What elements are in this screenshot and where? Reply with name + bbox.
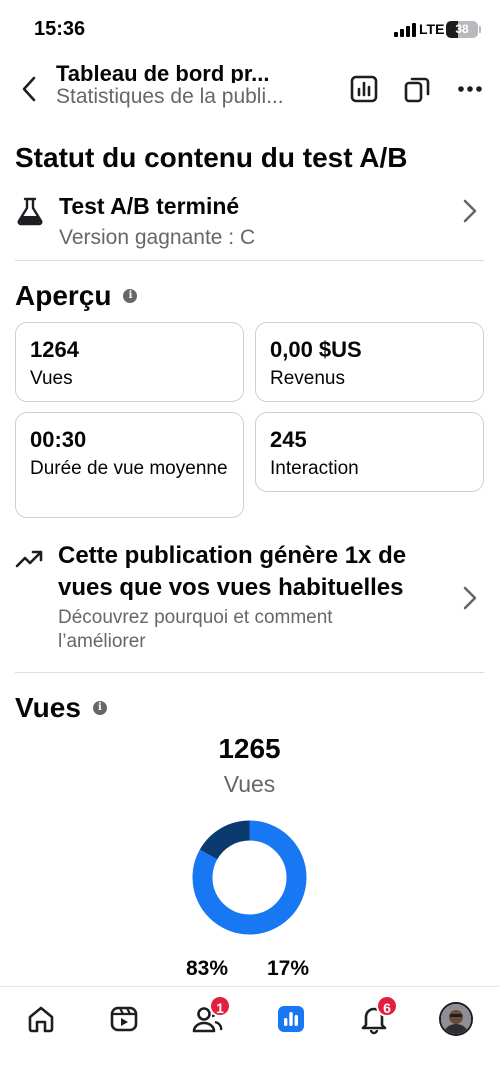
divider xyxy=(15,672,484,673)
chevron-right-icon xyxy=(463,586,477,610)
nav-home[interactable] xyxy=(23,1001,59,1037)
views-heading-text: Vues xyxy=(15,692,81,723)
avg-watch-time-value: 00:30 xyxy=(30,427,87,452)
trending-up-icon xyxy=(15,550,43,568)
nav-profile[interactable] xyxy=(438,1001,474,1037)
page-subtitle: Statistiques de la publi... xyxy=(56,83,328,111)
overview-heading-text: Aperçu xyxy=(15,280,112,311)
avg-watch-time-label: Durée de vue moyenne xyxy=(30,458,228,479)
network-type: LTE xyxy=(419,21,445,37)
views-total-label: Vues xyxy=(223,771,276,797)
chevron-right-icon xyxy=(463,199,477,223)
flask-icon xyxy=(17,197,43,226)
nav-video[interactable] xyxy=(106,1001,142,1037)
info-icon[interactable]: i xyxy=(123,289,138,303)
divider xyxy=(15,260,484,261)
dashboard-icon xyxy=(278,1006,304,1032)
insights-button[interactable] xyxy=(348,73,380,105)
status-bar: 15:36 LTE 38 xyxy=(0,0,499,54)
revenue-label: Revenus xyxy=(270,368,345,389)
home-icon xyxy=(28,1006,54,1033)
notifications-badge: 6 xyxy=(376,995,398,1017)
views-total: 1265 xyxy=(218,733,281,764)
views-card[interactable]: 1264 Vues xyxy=(15,322,244,402)
ab-test-status: Test A/B terminé xyxy=(59,193,240,219)
overview-heading: Aperçu i xyxy=(15,280,138,312)
interaction-label: Interaction xyxy=(270,458,359,479)
more-icon xyxy=(458,86,482,92)
back-button[interactable] xyxy=(14,72,44,106)
more-button[interactable] xyxy=(454,73,486,105)
navigation-bar: Tableau de bord pr... Statistiques de la… xyxy=(0,56,499,126)
battery-level: 38 xyxy=(455,22,469,36)
views-donut-chart xyxy=(192,820,307,935)
battery-icon: 38 xyxy=(446,21,478,38)
nav-dashboard[interactable] xyxy=(273,1001,309,1037)
status-time: 15:36 xyxy=(34,18,86,40)
signal-icon xyxy=(394,23,416,37)
bottom-navigation: 1 6 xyxy=(0,986,499,1080)
revenue-card[interactable]: 0,00 $US Revenus xyxy=(255,322,484,402)
copy-button[interactable] xyxy=(401,73,433,105)
views-heading: Vues i xyxy=(15,692,107,724)
tab-percent-1[interactable]: 83% xyxy=(172,957,242,981)
revenue-value: 0,00 $US xyxy=(270,337,362,362)
profile-avatar xyxy=(439,1002,473,1036)
insight-subtitle: Découvrez pourquoi et comment l’améliore… xyxy=(58,607,333,652)
views-value: 1264 xyxy=(30,337,79,362)
ab-test-winner: Version gagnante : C xyxy=(59,226,256,249)
back-chevron-icon xyxy=(22,76,36,102)
bar-chart-icon xyxy=(350,75,378,103)
interaction-value: 245 xyxy=(270,427,307,452)
insight-title: Cette publication génère 1x de vues que … xyxy=(58,542,407,601)
interaction-card[interactable]: 245 Interaction xyxy=(255,412,484,492)
ab-test-status-row[interactable]: Test A/B terminé Version gagnante : C xyxy=(0,188,499,256)
ab-test-heading: Statut du contenu du test A/B xyxy=(15,142,408,173)
nav-friends[interactable]: 1 xyxy=(189,995,231,1037)
avg-watch-time-card[interactable]: 00:30 Durée de vue moyenne xyxy=(15,412,244,518)
copy-icon xyxy=(404,77,430,103)
nav-notifications[interactable]: 6 xyxy=(356,995,398,1037)
info-icon[interactable]: i xyxy=(92,701,107,715)
tab-percent-2[interactable]: 17% xyxy=(253,957,323,981)
video-icon xyxy=(110,1006,138,1032)
friends-badge: 1 xyxy=(209,995,231,1017)
performance-insight-row[interactable]: Cette publication génère 1x de vues que … xyxy=(0,540,499,660)
views-label: Vues xyxy=(30,368,73,389)
